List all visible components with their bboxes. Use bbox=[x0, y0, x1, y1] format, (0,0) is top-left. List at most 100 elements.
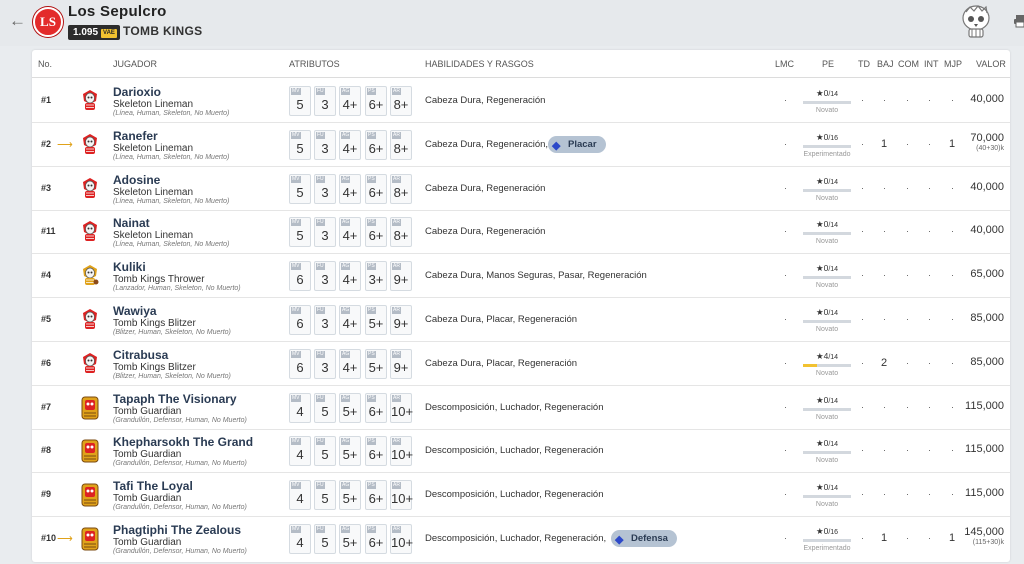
print-icon[interactable] bbox=[1013, 14, 1024, 28]
stat-baj: · bbox=[883, 401, 886, 412]
stat-label: MV bbox=[291, 88, 301, 95]
stat-label: AR bbox=[392, 131, 401, 139]
player-position: Tomb Kings Blitzer bbox=[113, 361, 196, 373]
pe-max: /16 bbox=[828, 134, 839, 142]
pe-level-label: Novato bbox=[815, 501, 839, 509]
player-number: #4 bbox=[41, 270, 52, 281]
pe-level-label: Novato bbox=[815, 194, 839, 202]
pe-progress-bar bbox=[803, 188, 851, 192]
table-row[interactable]: #5 Wawiya Tomb Kings Blitzer (Blitzer, Huma… bbox=[32, 298, 1010, 342]
stat-box: MV 5 bbox=[289, 86, 311, 116]
back-arrow-icon[interactable]: ← bbox=[9, 11, 26, 31]
player-avatar-icon bbox=[83, 309, 97, 329]
stat-value: 6+ bbox=[368, 184, 384, 200]
player-keywords: (Línea, Human, Skeleton, No Muerto) bbox=[113, 197, 230, 205]
pe-level-label: Novato bbox=[815, 107, 839, 114]
pe-max: /14 bbox=[828, 441, 839, 449]
stat-value: 9+ bbox=[393, 359, 409, 375]
col-int[interactable]: INT bbox=[924, 59, 939, 69]
stat-int: · bbox=[928, 95, 931, 105]
player-name[interactable]: Darioxio bbox=[113, 85, 161, 99]
player-name[interactable]: Citrabusa bbox=[113, 348, 168, 362]
player-number: #10 bbox=[41, 533, 57, 543]
stat-label: AR bbox=[392, 175, 401, 183]
table-row[interactable]: #10 ⟶ Phagtiphi The Zealous Tomb Guardian (G… bbox=[32, 517, 1010, 561]
stat-value: 6+ bbox=[368, 535, 384, 550]
stat-box: MV 5 bbox=[289, 129, 311, 160]
player-number: #2 bbox=[41, 138, 52, 149]
stat-box: AR 10+ bbox=[390, 524, 413, 554]
stat-com: · bbox=[906, 314, 909, 324]
stat-box: PS 6+ bbox=[365, 173, 387, 204]
stat-value: 4+ bbox=[342, 228, 358, 244]
stat-label: AG bbox=[341, 88, 351, 95]
player-name[interactable]: Tapaph The Visionary bbox=[113, 392, 237, 406]
table-row[interactable]: #8 Khepharsokh The Grand Tomb Guardian (Gra… bbox=[32, 429, 1010, 474]
col-baj[interactable]: BAJ bbox=[877, 59, 894, 69]
table-header: No. JUGADOR ATRIBUTOS HABILIDADES Y RASG… bbox=[32, 50, 1010, 78]
player-name[interactable]: Tafi The Loyal bbox=[113, 479, 193, 493]
stat-value: 5 bbox=[296, 228, 304, 244]
stat-value: 5 bbox=[321, 491, 329, 507]
col-value[interactable]: VALOR bbox=[976, 59, 1006, 69]
stat-td: · bbox=[861, 445, 864, 456]
table-row[interactable]: #1 Darioxio Skeleton Lineman (Línea, Human,… bbox=[32, 79, 1010, 123]
stat-label: FU bbox=[316, 438, 325, 446]
pe-max: /16 bbox=[828, 529, 839, 536]
stat-mjp: · bbox=[951, 226, 954, 237]
player-number: #3 bbox=[41, 182, 52, 193]
col-td[interactable]: TD bbox=[858, 59, 870, 69]
stat-box: FU 3 bbox=[314, 305, 336, 335]
player-value: 115,000 bbox=[965, 487, 1004, 499]
table-row[interactable]: #11 Nainat Skeleton Lineman (Línea, Human, … bbox=[32, 210, 1010, 255]
table-row[interactable]: #3 Adosine Skeleton Lineman (Línea, Human, … bbox=[32, 167, 1010, 211]
table-row[interactable]: #7 Tapaph The Visionary Tomb Guardian (Gran… bbox=[32, 386, 1010, 430]
player-name[interactable]: Khepharsokh The Grand bbox=[113, 435, 253, 449]
pe-level-label: Novato bbox=[815, 238, 839, 246]
player-pe: ★0/14 Novato bbox=[801, 307, 853, 333]
player-name[interactable]: Kuliki bbox=[113, 260, 146, 274]
col-lmc[interactable]: LMC bbox=[775, 59, 794, 69]
stat-int: · bbox=[928, 226, 931, 237]
stat-value: 6+ bbox=[368, 97, 384, 112]
col-com[interactable]: COM bbox=[898, 59, 919, 69]
stat-value: 4+ bbox=[342, 184, 358, 200]
table-row[interactable]: #9 Tafi The Loyal Tomb Guardian (Grandullón… bbox=[32, 473, 1010, 518]
col-player[interactable]: JUGADOR bbox=[113, 59, 157, 69]
player-name[interactable]: Adosine bbox=[113, 173, 160, 187]
col-num[interactable]: No. bbox=[38, 59, 52, 69]
player-skills: Cabeza Dura, Placar, Regeneración bbox=[425, 357, 578, 369]
stat-td: · bbox=[861, 95, 864, 105]
player-name[interactable]: Wawiya bbox=[113, 304, 157, 318]
player-name[interactable]: Ranefer bbox=[113, 129, 158, 143]
player-number: #1 bbox=[41, 95, 52, 105]
pe-progress-bar bbox=[803, 363, 851, 367]
new-skill-badge[interactable]: ◆ Defensa bbox=[611, 530, 677, 547]
value-amount: 145,000 bbox=[964, 526, 1004, 538]
stat-value: 4+ bbox=[342, 359, 358, 375]
stat-lmc: · bbox=[784, 357, 787, 368]
player-name[interactable]: Nainat bbox=[113, 216, 150, 230]
value-amount: 85,000 bbox=[970, 312, 1004, 324]
col-mjp[interactable]: MJP bbox=[944, 59, 962, 69]
gem-icon: ◆ bbox=[615, 534, 624, 546]
pe-progress-bar bbox=[803, 539, 851, 542]
new-skill-badge[interactable]: ◆ Placar bbox=[548, 135, 606, 153]
player-position: Tomb Guardian bbox=[113, 493, 182, 505]
player-name[interactable]: Phagtiphi The Zealous bbox=[113, 523, 241, 537]
stat-value: 3 bbox=[321, 140, 329, 156]
stat-label: AG bbox=[341, 131, 351, 139]
stat-label: MV bbox=[291, 526, 301, 533]
stat-baj: · bbox=[883, 489, 886, 500]
table-row[interactable]: #6 Citrabusa Tomb Kings Blitzer (Blitzer, H… bbox=[32, 342, 1010, 386]
table-row[interactable]: #2 ⟶ Ranefer Skeleton Lineman (Línea, Human,… bbox=[32, 123, 1010, 167]
stat-label: AR bbox=[392, 526, 401, 533]
table-row[interactable]: #4 Kuliki Tomb Kings Thrower (Lanzador, Hum… bbox=[32, 254, 1010, 299]
stat-box: AR 10+ bbox=[390, 392, 413, 423]
col-pe[interactable]: PE bbox=[822, 59, 834, 69]
stat-label: AG bbox=[341, 307, 351, 314]
stat-box: FU 5 bbox=[314, 392, 336, 423]
star-icon: ★ bbox=[815, 394, 824, 405]
star-icon: ★ bbox=[815, 350, 824, 361]
stat-box: AG 4+ bbox=[339, 261, 361, 292]
